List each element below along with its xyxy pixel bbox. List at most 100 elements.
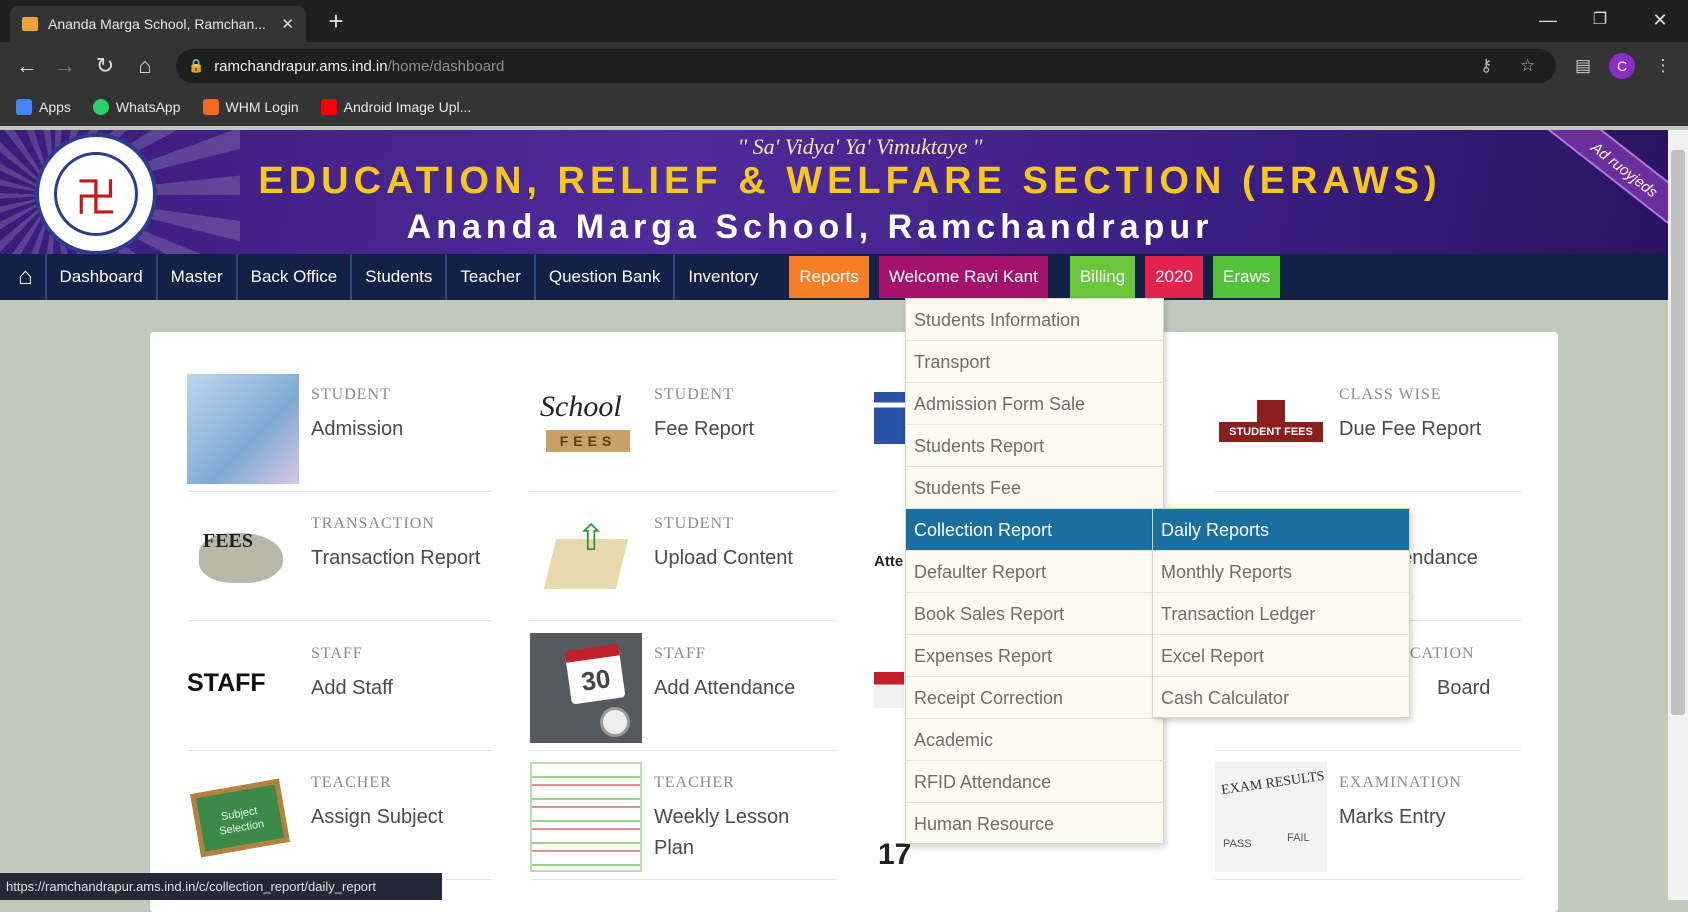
submenu-cash-calculator[interactable]: Cash Calculator xyxy=(1153,677,1409,719)
fees-blocks-text: FEES xyxy=(546,430,630,452)
banner-motto: '' Sa' Vidya' Ya' Vimuktaye '' xyxy=(737,134,983,159)
nav-back-office[interactable]: Back Office xyxy=(235,254,351,300)
menu-collection-report[interactable]: Collection Report xyxy=(906,509,1165,551)
tab-title: Ananda Marga School, Ramchan... xyxy=(48,16,266,32)
nav-dashboard[interactable]: Dashboard xyxy=(44,254,156,300)
tile-title: Weekly Lesson Plan xyxy=(654,806,790,859)
house-icon xyxy=(1257,400,1285,422)
key-icon[interactable]: ⚷ xyxy=(1480,56,1492,76)
scrollbar-thumb[interactable] xyxy=(1671,150,1685,715)
lock-icon: 🔒 xyxy=(188,58,205,73)
tile-transaction-report[interactable]: FEES TRANSACTION Transaction Report xyxy=(187,497,493,621)
tile-category: STAFF xyxy=(654,645,706,662)
menu-students-information[interactable]: Students Information xyxy=(906,299,1165,341)
home-icon[interactable]: ⌂ xyxy=(128,49,162,83)
tile-marks-entry[interactable]: EXAM RESULTS PASS FAIL EXAMINATION Marks… xyxy=(1215,756,1521,880)
bookmark-whm-login[interactable]: WHM Login xyxy=(202,99,299,115)
admission-image xyxy=(187,374,299,484)
nav-welcome-user[interactable]: Welcome Ravi Kant xyxy=(878,256,1048,298)
new-tab-button[interactable]: + xyxy=(320,6,352,38)
bookmark-apps[interactable]: Apps xyxy=(16,99,71,115)
menu-defaulter-report[interactable]: Defaulter Report xyxy=(906,551,1165,593)
swastika-emblem-icon: 卍 xyxy=(54,152,138,236)
reload-icon[interactable]: ↻ xyxy=(88,49,122,83)
restore-icon[interactable]: ❐ xyxy=(1578,4,1622,36)
exam-results-text: EXAM RESULTS xyxy=(1220,768,1326,799)
tile-category: EXAMINATION xyxy=(1339,774,1462,791)
submenu-excel-report[interactable]: Excel Report xyxy=(1153,635,1409,677)
nav-question-bank[interactable]: Question Bank xyxy=(533,254,674,300)
bookmark-label: WhatsApp xyxy=(115,99,181,115)
staff-logo-text: STAFF xyxy=(187,669,266,697)
browser-tab[interactable]: Ananda Marga School, Ramchan... ✕ xyxy=(10,6,306,42)
student-fees-image: STUDENT FEES xyxy=(1215,374,1327,484)
tile-category: TEACHER xyxy=(311,774,392,791)
menu-human-resource[interactable]: Human Resource xyxy=(906,803,1165,845)
bookmark-label: WHM Login xyxy=(225,99,299,115)
tile-category: STAFF xyxy=(311,645,363,662)
tile-category: STUDENT xyxy=(654,515,734,532)
tile-weekly-lesson-plan[interactable]: TEACHER Weekly Lesson Plan xyxy=(530,756,836,880)
menu-dots-icon[interactable]: ⋮ xyxy=(1646,49,1680,83)
submenu-monthly-reports[interactable]: Monthly Reports xyxy=(1153,551,1409,593)
minimize-icon[interactable]: — xyxy=(1526,4,1570,36)
cast-icon[interactable]: ▤ xyxy=(1566,49,1600,83)
tile-due-fee-report[interactable]: STUDENT FEES CLASS WISE Due Fee Report xyxy=(1215,368,1521,492)
bookmark-android-image[interactable]: Android Image Upl... xyxy=(320,99,471,115)
tile-category: TEACHER xyxy=(654,774,735,791)
forward-arrow-icon[interactable]: → xyxy=(48,49,82,83)
nav-inventory[interactable]: Inventory xyxy=(673,254,771,300)
partial-attendance-image-text: Atte xyxy=(874,553,904,570)
nav-year[interactable]: 2020 xyxy=(1145,256,1203,298)
menu-receipt-correction[interactable]: Receipt Correction xyxy=(906,677,1165,719)
transaction-fees-text: FEES xyxy=(203,530,254,552)
calendar-clock-image: 30 xyxy=(530,633,642,743)
menu-expenses-report[interactable]: Expenses Report xyxy=(906,635,1165,677)
collection-report-submenu: Daily Reports Monthly Reports Transactio… xyxy=(1152,508,1410,718)
profile-avatar[interactable]: C xyxy=(1609,53,1635,79)
submenu-transaction-ledger[interactable]: Transaction Ledger xyxy=(1153,593,1409,635)
close-window-icon[interactable]: ✕ xyxy=(1638,4,1682,36)
calendar-day-text: 30 xyxy=(564,643,626,705)
menu-academic[interactable]: Academic xyxy=(906,719,1165,761)
tile-add-staff[interactable]: STAFF STAFF Add Staff xyxy=(187,627,493,751)
tile-student-fee-report[interactable]: School FEES STUDENT Fee Report xyxy=(530,368,836,492)
nav-billing[interactable]: Billing xyxy=(1069,256,1136,298)
fail-text: FAIL xyxy=(1287,832,1310,844)
staff-image: STAFF xyxy=(187,633,299,743)
tile-add-attendance[interactable]: 30 STAFF Add Attendance xyxy=(530,627,836,751)
transaction-image: FEES xyxy=(187,503,299,613)
bookmark-whatsapp[interactable]: WhatsApp xyxy=(92,99,181,115)
nav-master[interactable]: Master xyxy=(155,254,236,300)
menu-admission-form-sale[interactable]: Admission Form Sale xyxy=(906,383,1165,425)
close-tab-icon[interactable]: ✕ xyxy=(281,15,294,33)
address-bar[interactable]: 🔒 ramchandrapur.ams.ind.in /home/dashboa… xyxy=(176,49,1556,83)
menu-students-report[interactable]: Students Report xyxy=(906,425,1165,467)
tile-assign-subject[interactable]: Subject Selection TEACHER Assign Subject xyxy=(187,756,493,880)
nav-teacher[interactable]: Teacher xyxy=(445,254,533,300)
youtube-icon xyxy=(320,99,337,115)
submenu-daily-reports[interactable]: Daily Reports xyxy=(1153,509,1409,551)
home-nav-icon[interactable]: ⌂ xyxy=(18,263,33,291)
partial-tile-image xyxy=(874,392,906,444)
tile-student-admission[interactable]: STUDENT Admission xyxy=(187,368,493,492)
tile-title: Transaction Report xyxy=(311,547,481,569)
bookmark-star-icon[interactable]: ☆ xyxy=(1520,56,1535,76)
exam-results-image: EXAM RESULTS PASS FAIL xyxy=(1215,762,1327,872)
tile-upload-content[interactable]: ⇧ STUDENT Upload Content xyxy=(530,497,836,621)
nav-reports[interactable]: Reports xyxy=(789,256,869,298)
menu-rfid-attendance[interactable]: RFID Attendance xyxy=(906,761,1165,803)
tile-category: STUDENT xyxy=(311,386,391,403)
menu-transport[interactable]: Transport xyxy=(906,341,1165,383)
banner-headline: EDUCATION, RELIEF & WELFARE SECTION (ERA… xyxy=(258,160,1442,202)
nav-eraws[interactable]: Eraws xyxy=(1213,256,1281,298)
reports-dropdown: Students Information Transport Admission… xyxy=(905,298,1165,845)
upload-arrow-icon: ⇧ xyxy=(576,517,607,558)
back-arrow-icon[interactable]: ← xyxy=(10,49,44,83)
menu-book-sales-report[interactable]: Book Sales Report xyxy=(906,593,1165,635)
tile-category: STUDENT xyxy=(654,386,734,403)
tile-title: Add Attendance xyxy=(654,677,796,699)
tile-title: Assign Subject xyxy=(311,806,444,828)
nav-students[interactable]: Students xyxy=(350,254,445,300)
menu-students-fee[interactable]: Students Fee xyxy=(906,467,1165,509)
